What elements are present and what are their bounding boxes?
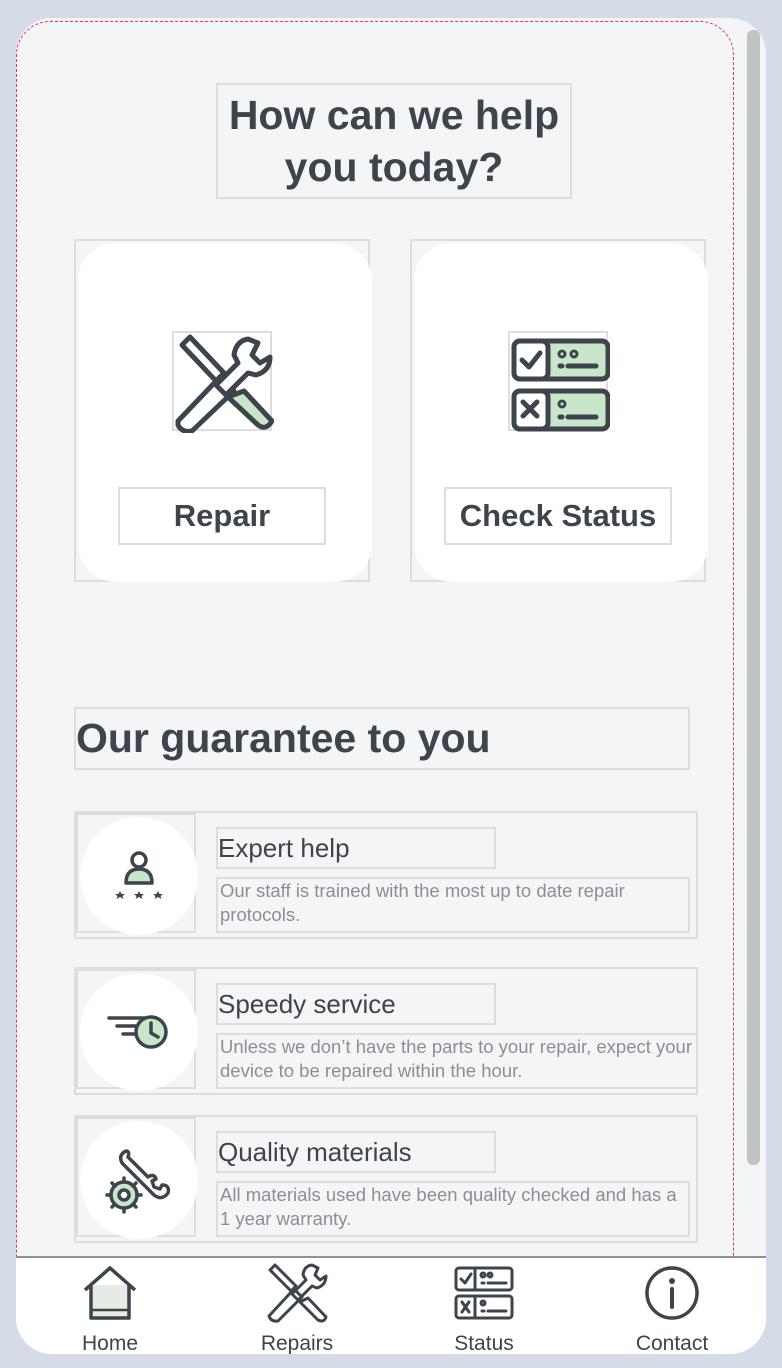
- app-screen: How can we help you today? Repair Check …: [16, 18, 766, 1354]
- guarantee-item-description: Our staff is trained with the most up to…: [216, 877, 690, 933]
- repair-card-frame: Repair: [74, 239, 372, 582]
- repair-card[interactable]: Repair: [78, 243, 372, 582]
- guarantee-item-description: Unless we don’t have the parts to your r…: [216, 1033, 698, 1089]
- home-icon: [83, 1266, 137, 1320]
- speed-clock-icon: [80, 973, 198, 1091]
- nav-home[interactable]: Home: [50, 1262, 170, 1354]
- nav-status-label: Status: [454, 1332, 514, 1354]
- guarantee-item: Quality materials All materials used hav…: [74, 1115, 698, 1243]
- page-title: How can we help you today?: [216, 83, 572, 199]
- info-icon: [645, 1266, 699, 1320]
- nav-repairs[interactable]: Repairs: [237, 1262, 357, 1354]
- guarantee-item-title: Expert help: [216, 827, 496, 869]
- repair-card-label: Repair: [118, 487, 326, 545]
- nav-home-label: Home: [81, 1332, 139, 1354]
- guarantee-item-description: All materials used have been quality che…: [216, 1181, 690, 1237]
- status-icon: [454, 1266, 514, 1320]
- guarantee-item-title: Speedy service: [216, 983, 496, 1025]
- nav-repairs-label: Repairs: [260, 1332, 334, 1354]
- status-card-frame: Check Status: [410, 239, 708, 582]
- quality-icon-frame: [76, 1117, 198, 1239]
- repair-tools-icon: [172, 331, 275, 434]
- gear-wrench-icon: [80, 1121, 198, 1239]
- check-status-card-label: Check Status: [444, 487, 672, 545]
- guarantee-item: Speedy service Unless we don’t have the …: [74, 967, 698, 1095]
- nav-contact[interactable]: Contact: [612, 1262, 732, 1354]
- expert-person-icon: [80, 817, 198, 935]
- expert-icon-frame: [76, 813, 198, 935]
- tools-icon: [267, 1263, 328, 1323]
- nav-contact-label: Contact: [635, 1332, 709, 1354]
- status-checklist-icon: [508, 331, 611, 432]
- bottom-nav: Home Repairs Status Contact: [16, 1256, 766, 1354]
- scrollbar-thumb[interactable]: [747, 30, 760, 1165]
- nav-status[interactable]: Status: [424, 1262, 544, 1354]
- guarantee-item: Expert help Our staff is trained with th…: [74, 811, 698, 939]
- check-status-card[interactable]: Check Status: [414, 243, 708, 582]
- guarantee-item-title: Quality materials: [216, 1131, 496, 1173]
- guarantee-section-title: Our guarantee to you: [74, 707, 690, 770]
- speed-icon-frame: [76, 969, 198, 1091]
